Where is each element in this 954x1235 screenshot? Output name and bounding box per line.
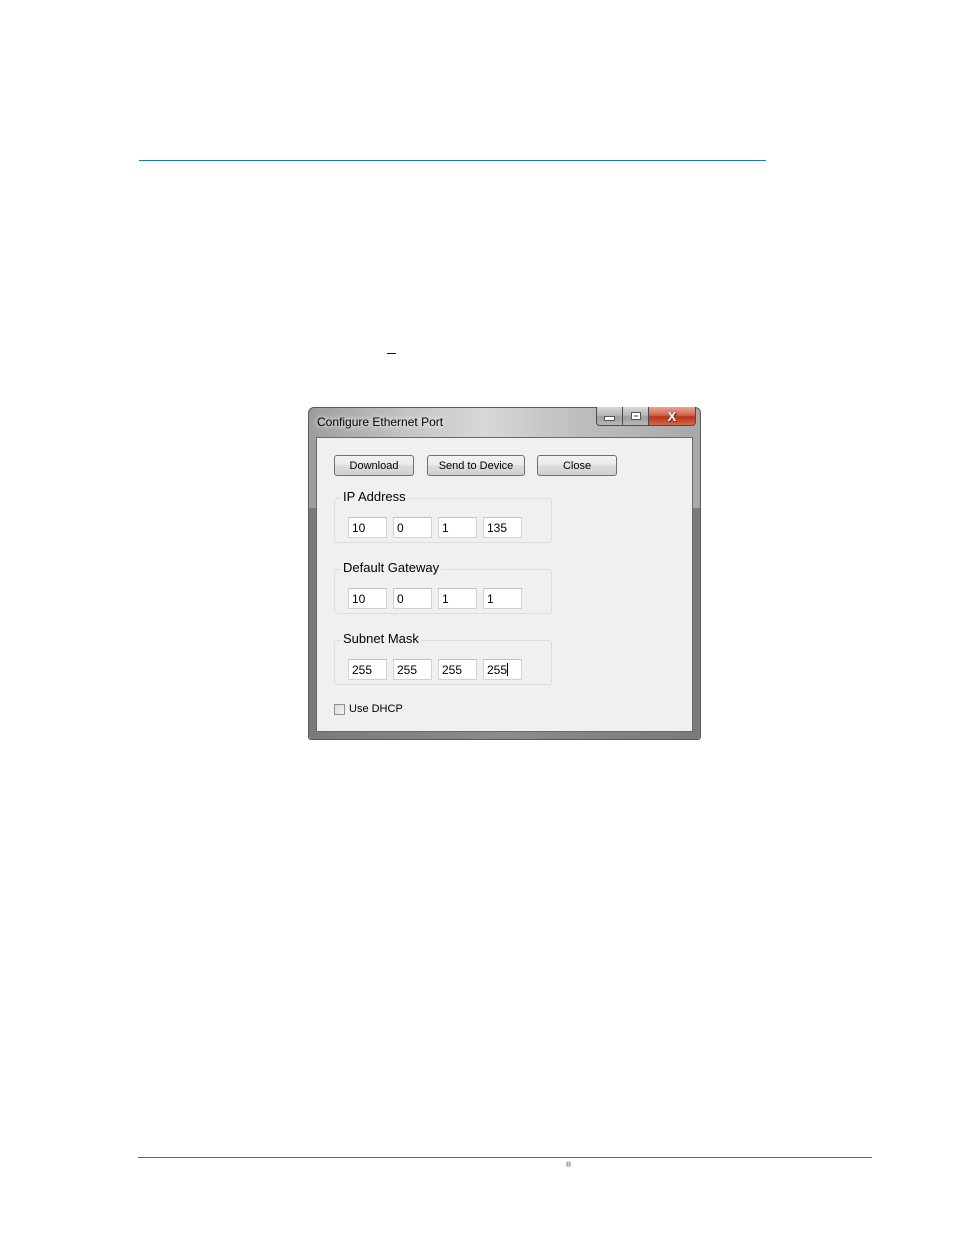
registered-mark: ® bbox=[566, 1162, 572, 1169]
gateway-octet-1[interactable]: 10 bbox=[348, 588, 387, 609]
ip-address-group: IP Address 10 0 1 135 bbox=[334, 489, 552, 543]
close-button[interactable]: Close bbox=[537, 455, 617, 476]
gateway-octet-2[interactable]: 0 bbox=[393, 588, 432, 609]
gateway-octet-4[interactable]: 1 bbox=[483, 588, 522, 609]
subnet-mask-group: Subnet Mask 255 255 255 255 bbox=[334, 631, 552, 685]
download-button[interactable]: Download bbox=[334, 455, 414, 476]
header-rule bbox=[139, 160, 766, 161]
mask-octet-4[interactable]: 255 bbox=[483, 659, 522, 680]
minimize-button[interactable] bbox=[596, 407, 623, 426]
mask-octet-3[interactable]: 255 bbox=[438, 659, 477, 680]
ip-octet-1[interactable]: 10 bbox=[348, 517, 387, 538]
gateway-octet-3[interactable]: 1 bbox=[438, 588, 477, 609]
maximize-button[interactable] bbox=[623, 407, 649, 426]
window-close-button[interactable]: X bbox=[649, 407, 696, 426]
subnet-mask-label: Subnet Mask bbox=[341, 631, 421, 647]
use-dhcp-label: Use DHCP bbox=[349, 703, 403, 715]
minimize-icon bbox=[604, 415, 615, 421]
ip-octet-3[interactable]: 1 bbox=[438, 517, 477, 538]
mask-octet-4-value: 255 bbox=[487, 663, 508, 677]
default-gateway-label: Default Gateway bbox=[341, 560, 442, 576]
mask-octet-1[interactable]: 255 bbox=[348, 659, 387, 680]
mask-octet-2[interactable]: 255 bbox=[393, 659, 432, 680]
dash-mark bbox=[387, 353, 396, 354]
use-dhcp-checkbox[interactable] bbox=[334, 703, 345, 715]
caption-buttons: X bbox=[596, 407, 696, 427]
maximize-icon bbox=[630, 412, 641, 420]
text-caret bbox=[507, 663, 509, 676]
window-title: Configure Ethernet Port bbox=[317, 415, 444, 429]
close-icon: X bbox=[667, 408, 677, 424]
ip-address-label: IP Address bbox=[341, 489, 408, 505]
default-gateway-group: Default Gateway 10 0 1 1 bbox=[334, 560, 552, 614]
footer-rule bbox=[138, 1157, 872, 1158]
ip-octet-4[interactable]: 135 bbox=[483, 517, 522, 538]
ip-octet-2[interactable]: 0 bbox=[393, 517, 432, 538]
dialog-client-area: Download Send to Device Close IP Address… bbox=[316, 437, 693, 732]
configure-ethernet-window: Configure Ethernet Port X Download Send … bbox=[308, 407, 701, 740]
use-dhcp-option[interactable]: Use DHCP bbox=[334, 703, 403, 715]
send-to-device-button[interactable]: Send to Device bbox=[427, 455, 525, 476]
